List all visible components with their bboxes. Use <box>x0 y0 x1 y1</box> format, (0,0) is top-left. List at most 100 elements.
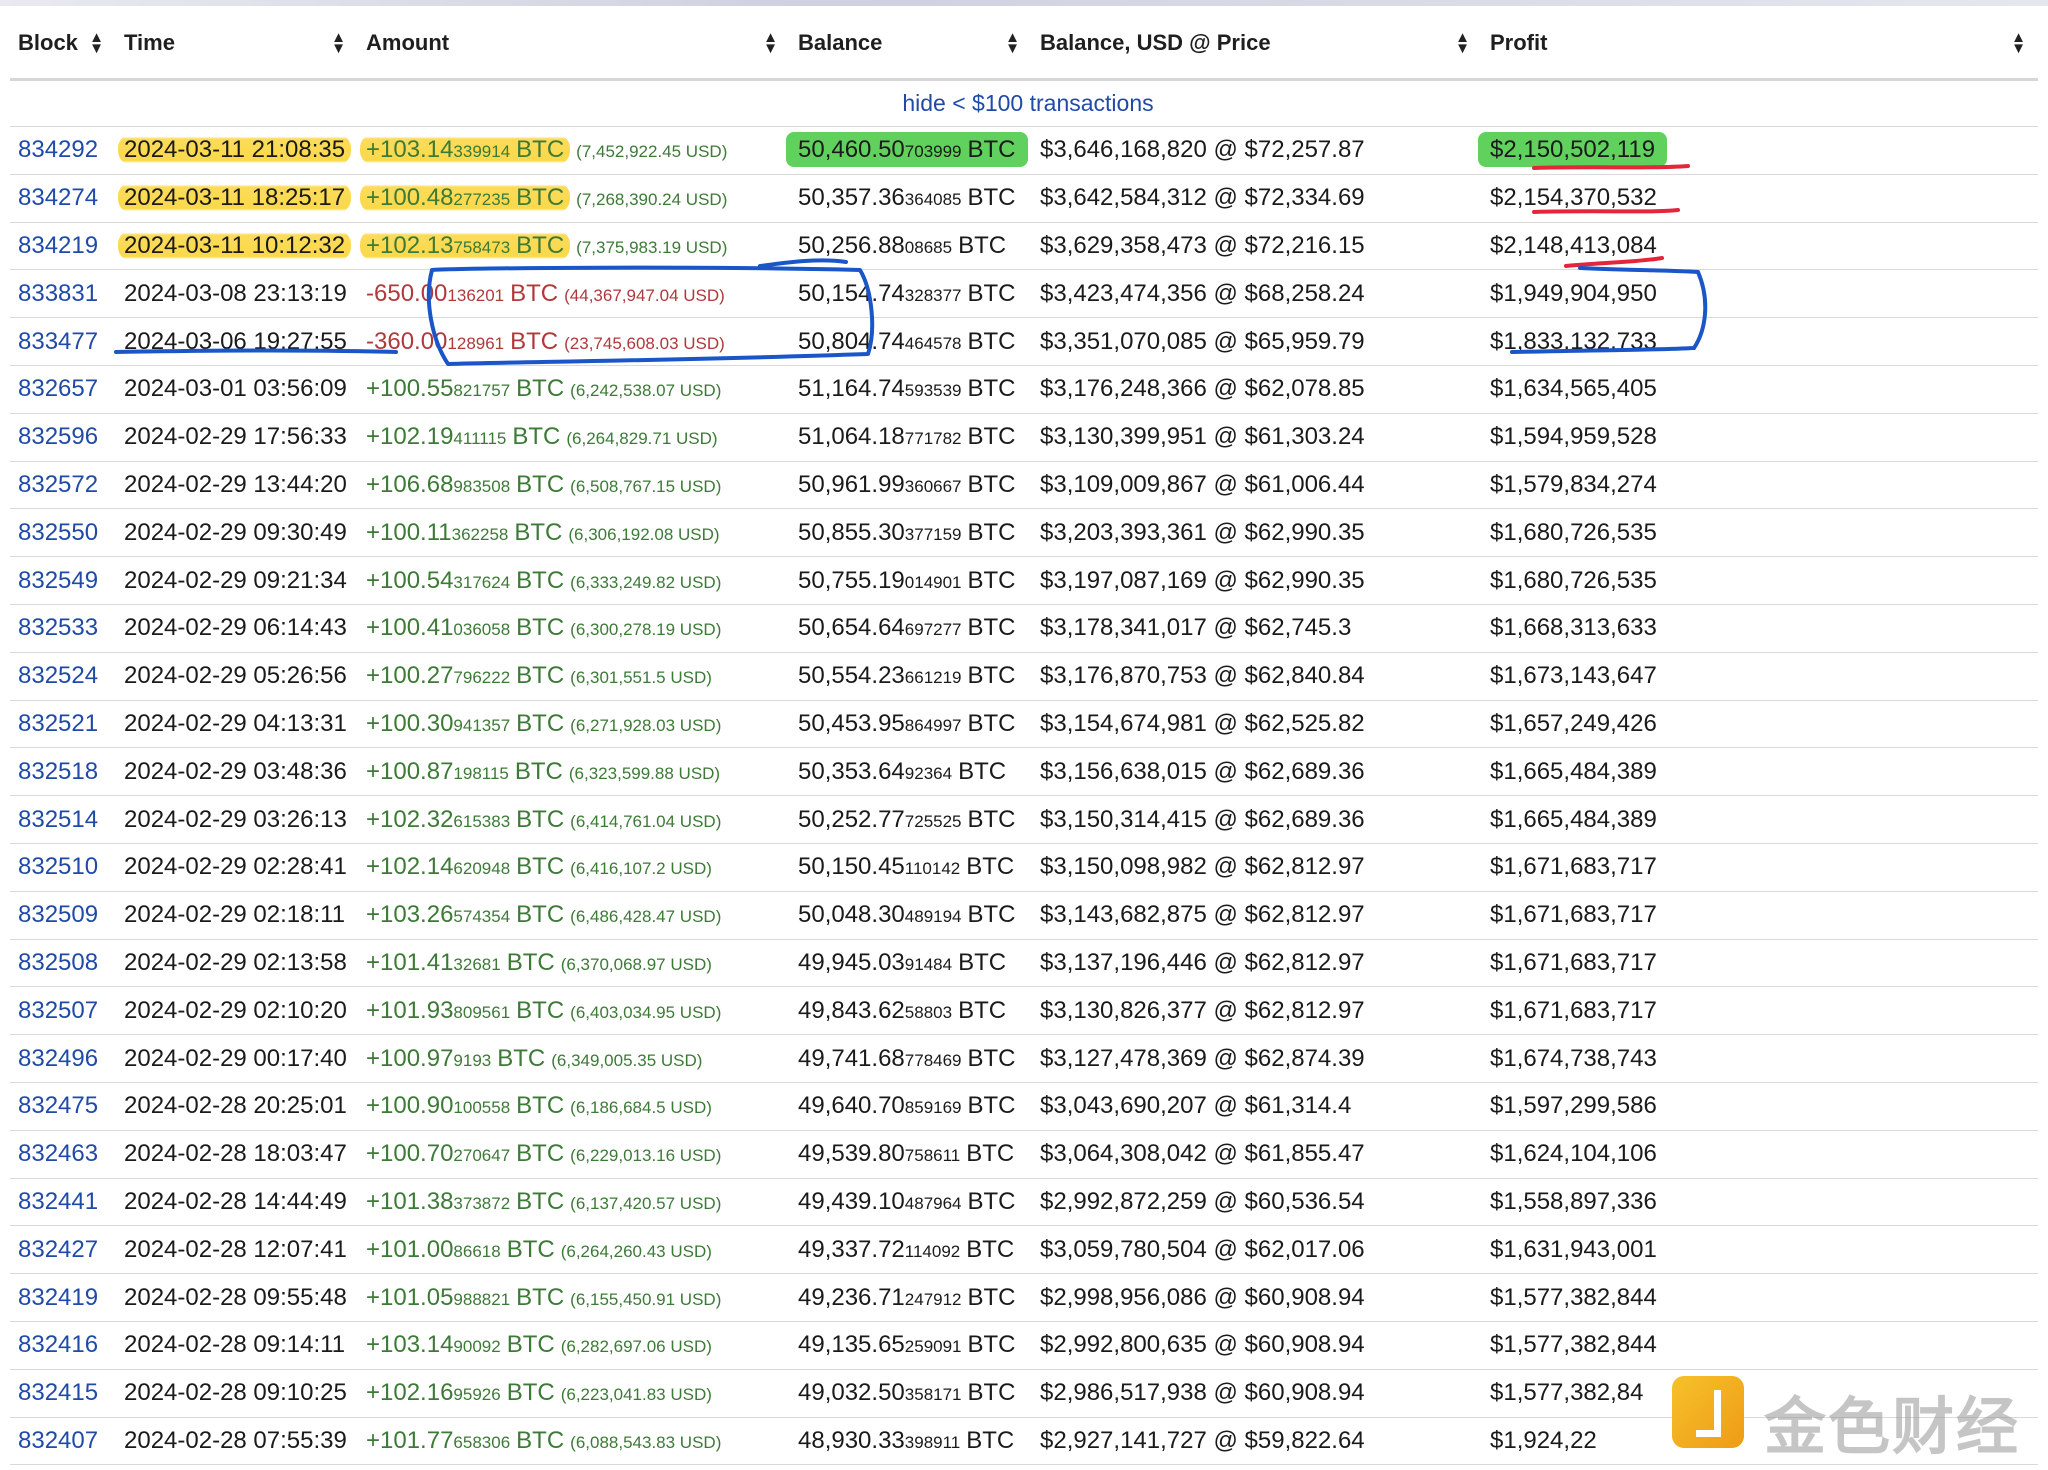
balance-usd-text: $2,992,800,635 @ $60,908.94 <box>1040 1331 1365 1359</box>
balance-cell: 50,554.23661219 BTC <box>790 652 1032 701</box>
balance-unit: BTC <box>967 1379 1016 1407</box>
amount-usd: (6,264,260.43 USD) <box>560 1241 712 1261</box>
balance-small: 758611 <box>904 1146 961 1166</box>
hide-small-transactions-link[interactable]: hide < $100 transactions <box>902 90 1153 116</box>
block-link[interactable]: 833477 <box>18 328 98 355</box>
block-link[interactable]: 834219 <box>18 232 98 259</box>
block-link[interactable]: 832550 <box>18 519 98 546</box>
block-link[interactable]: 832524 <box>18 662 98 689</box>
amount-unit: BTC <box>506 1235 555 1263</box>
amount-usd: (6,416,107.2 USD) <box>570 859 712 879</box>
amount-unit: BTC <box>516 805 565 833</box>
sort-arrows-icon[interactable]: ▲ ▼ <box>763 30 778 56</box>
block-link[interactable]: 832415 <box>18 1379 98 1406</box>
sort-arrows-icon[interactable]: ▲ ▼ <box>89 30 104 56</box>
block-link[interactable]: 832596 <box>18 423 98 450</box>
block-link[interactable]: 832521 <box>18 710 98 737</box>
time-text: 2024-02-28 09:55:48 <box>124 1283 347 1311</box>
balance-usd-text: $3,064,308,042 @ $61,855.47 <box>1040 1140 1365 1168</box>
balance-small: 110142 <box>904 859 961 879</box>
block-link[interactable]: 832496 <box>18 1045 98 1072</box>
balance-usd-cell: $3,642,584,312 @ $72,334.69 <box>1032 174 1482 223</box>
amount-main: +100.11 <box>366 518 452 546</box>
time-cell: 2024-02-29 00:17:40 <box>116 1034 358 1083</box>
column-header-balance_usd[interactable]: Balance, USD @ Price ▲ ▼ <box>1032 8 1482 81</box>
block-link[interactable]: 832510 <box>18 853 98 880</box>
time-cell: 2024-02-29 03:26:13 <box>116 795 358 844</box>
balance-main: 50,755.19 <box>798 566 905 594</box>
balance-usd-cell: $3,130,399,951 @ $61,303.24 <box>1032 413 1482 462</box>
profit-cell: $1,665,484,389 <box>1482 747 2038 797</box>
block-link[interactable]: 832427 <box>18 1236 98 1263</box>
table-row: 832524 2024-02-29 05:26:56 +100.27796222 BT… <box>10 652 2038 701</box>
block-link[interactable]: 834292 <box>18 136 98 163</box>
block-link[interactable]: 834274 <box>18 184 98 211</box>
column-header-balance[interactable]: Balance ▲ ▼ <box>790 8 1032 81</box>
amount-small: 317624 <box>453 572 511 592</box>
amount-unit: BTC <box>516 136 565 164</box>
amount-unit: BTC <box>506 948 555 976</box>
time-text: 2024-03-11 10:12:32 <box>118 229 352 261</box>
block-link[interactable]: 832441 <box>18 1188 98 1215</box>
block-link[interactable]: 832419 <box>18 1284 98 1311</box>
amount-small: 796222 <box>453 668 511 688</box>
block-cell: 832596 <box>10 413 116 462</box>
amount-main: +101.38 <box>366 1187 454 1215</box>
amount-usd: (6,300,278.19 USD) <box>570 620 722 640</box>
table-row: 832508 2024-02-29 02:13:58 +101.4132681 BTC… <box>10 939 2038 988</box>
block-link[interactable]: 832508 <box>18 949 98 976</box>
balance-unit: BTC <box>966 853 1015 881</box>
block-link[interactable]: 832533 <box>18 614 98 641</box>
block-link[interactable]: 832657 <box>18 375 98 402</box>
block-link[interactable]: 832416 <box>18 1331 98 1358</box>
balance-main: 49,945.03 <box>798 948 905 976</box>
block-link[interactable]: 832407 <box>18 1427 98 1454</box>
column-header-profit[interactable]: Profit ▲ ▼ <box>1482 8 2038 81</box>
amount-main: +103.26 <box>366 901 454 929</box>
block-link[interactable]: 832507 <box>18 997 98 1024</box>
balance-unit: BTC <box>967 518 1016 546</box>
table-row: 832533 2024-02-29 06:14:43 +100.41036058 BT… <box>10 604 2038 653</box>
sort-arrows-icon[interactable]: ▲ ▼ <box>2011 30 2026 56</box>
amount-cell: +101.77658306 BTC (6,088,543.83 USD) <box>358 1417 790 1466</box>
block-link[interactable]: 832514 <box>18 806 98 833</box>
sort-arrows-icon[interactable]: ▲ ▼ <box>331 30 346 56</box>
balance-usd-text: $3,423,474,356 @ $68,258.24 <box>1040 279 1365 307</box>
profit-cell: $1,597,299,586 <box>1482 1082 2038 1131</box>
block-link[interactable]: 832549 <box>18 567 98 594</box>
balance-main: 49,539.80 <box>798 1140 905 1168</box>
balance-main: 49,032.50 <box>798 1379 905 1407</box>
amount-cell: +102.32615383 BTC (6,414,761.04 USD) <box>358 795 790 844</box>
block-link[interactable]: 832509 <box>18 901 98 928</box>
balance-unit: BTC <box>966 1426 1015 1454</box>
balance-main: 49,439.10 <box>798 1187 905 1215</box>
balance-unit: BTC <box>967 1331 1016 1359</box>
block-link[interactable]: 832475 <box>18 1092 98 1119</box>
block-link[interactable]: 832518 <box>18 758 98 785</box>
balance-small: 358171 <box>904 1385 962 1405</box>
sort-arrows-icon[interactable]: ▲ ▼ <box>1455 30 1470 56</box>
balance-usd-cell: $3,203,393,361 @ $62,990.35 <box>1032 508 1482 558</box>
column-header-time[interactable]: Time ▲ ▼ <box>116 8 358 81</box>
block-link[interactable]: 832463 <box>18 1140 98 1167</box>
amount-unit: BTC <box>516 231 565 259</box>
column-header-amount[interactable]: Amount ▲ ▼ <box>358 8 790 81</box>
balance-cell: 49,945.0391484 BTC <box>790 939 1032 988</box>
block-link[interactable]: 832572 <box>18 471 98 498</box>
balance-usd-text: $3,059,780,504 @ $62,017.06 <box>1040 1235 1365 1263</box>
amount-unit: BTC <box>506 1331 555 1359</box>
balance-usd-text: $3,043,690,207 @ $61,314.4 <box>1040 1092 1352 1120</box>
balance-usd-cell: $3,197,087,169 @ $62,990.35 <box>1032 556 1482 605</box>
balance-usd-cell: $2,927,141,727 @ $59,822.64 <box>1032 1417 1482 1466</box>
block-link[interactable]: 833831 <box>18 280 98 307</box>
profit-text: $1,577,382,84 <box>1490 1379 1644 1407</box>
sort-arrows-icon[interactable]: ▲ ▼ <box>1005 30 1020 56</box>
column-header-block[interactable]: Block ▲ ▼ <box>10 8 116 81</box>
balance-usd-cell: $3,059,780,504 @ $62,017.06 <box>1032 1225 1482 1275</box>
amount-unit: BTC <box>497 1044 546 1072</box>
block-cell: 832427 <box>10 1225 116 1275</box>
block-cell: 832419 <box>10 1273 116 1322</box>
profit-text: $1,668,313,633 <box>1490 614 1657 642</box>
balance-small: 661219 <box>904 668 962 688</box>
time-cell: 2024-02-28 09:10:25 <box>116 1369 358 1418</box>
